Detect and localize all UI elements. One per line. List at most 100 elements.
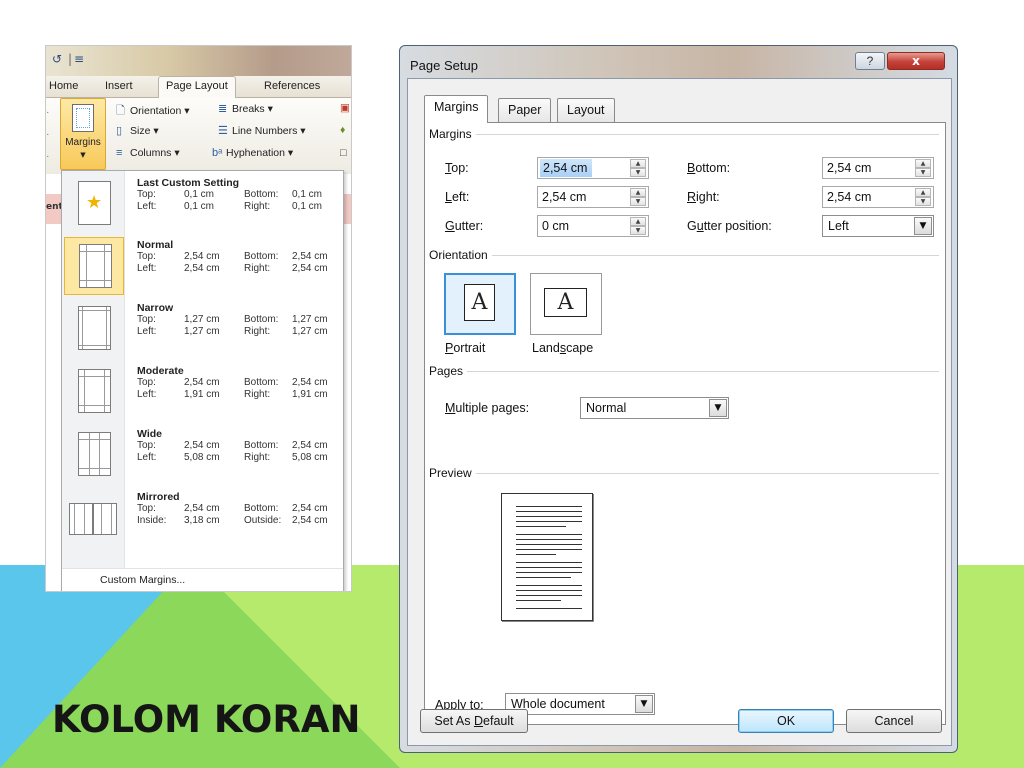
custom-margins-label: Custom Margins... xyxy=(100,574,186,586)
right-margin-input[interactable] xyxy=(824,188,910,206)
value-top: 2,54 cm xyxy=(184,251,220,262)
multiple-pages-value: Normal xyxy=(586,401,627,415)
value-top: 0,1 cm xyxy=(184,189,215,200)
pages-group-label: Pages xyxy=(429,364,468,378)
chevron-down-icon[interactable]: ▼ xyxy=(635,695,653,713)
columns-label: Columns ▾ xyxy=(130,147,180,159)
ribbon-tab-home[interactable]: Home xyxy=(49,80,78,92)
ok-button[interactable]: OK xyxy=(738,709,834,733)
page-borders-icon[interactable]: □ xyxy=(340,147,346,159)
gutter-input[interactable] xyxy=(539,217,625,235)
label-bottom: Bottom: xyxy=(244,251,279,262)
chevron-down-icon: ▼ xyxy=(80,151,86,159)
value-right: 0,1 cm xyxy=(292,201,323,212)
thumb-line xyxy=(101,504,102,534)
label-top: Top: xyxy=(137,377,156,388)
undo-icon[interactable]: ↺ xyxy=(52,52,62,66)
custom-margins-button[interactable]: Custom Margins... xyxy=(62,568,343,591)
spin-down-icon[interactable]: ▼ xyxy=(630,226,646,235)
watermark-icon[interactable]: ▣ xyxy=(340,102,350,114)
gutter-spinner[interactable]: ▲▼ xyxy=(537,215,649,237)
ribbon-tab-page-layout[interactable]: Page Layout xyxy=(158,76,236,99)
preview-text-line xyxy=(516,590,582,591)
spin-up-icon[interactable]: ▲ xyxy=(915,188,931,197)
preview-page xyxy=(501,493,593,621)
spin-down-icon[interactable]: ▼ xyxy=(915,197,931,206)
preview-text-line xyxy=(516,562,582,563)
margin-option-name: Moderate xyxy=(137,365,184,377)
left-margin-input[interactable] xyxy=(539,188,625,206)
tab-paper[interactable]: Paper xyxy=(498,98,552,122)
columns-icon: ≡ xyxy=(116,147,123,159)
tab-margins[interactable]: Margins xyxy=(424,95,489,123)
spin-up-icon[interactable]: ▲ xyxy=(915,159,931,168)
label-bottom: Bottom: xyxy=(244,189,279,200)
close-button[interactable]: x xyxy=(887,52,945,70)
label-left: Left: xyxy=(137,263,157,274)
bottom-margin-spinner[interactable]: ▲▼ xyxy=(822,157,934,179)
margin-option-wide[interactable]: Wide Top: 2,54 cm Bottom: 2,54 cm Left: 5,08… xyxy=(62,424,343,487)
margin-option-last-custom[interactable]: ★ Last Custom Setting Top: 0,1 cm Bottom: 0… xyxy=(62,173,343,236)
value-bottom: 2,54 cm xyxy=(292,503,328,514)
label-left: Left: xyxy=(137,389,157,400)
value-right: 1,91 cm xyxy=(292,389,328,400)
dialog-client: Margins Paper Layout Margins Top: ▲▼ Bot… xyxy=(407,78,952,746)
set-as-default-button[interactable]: Set As Default xyxy=(420,709,528,733)
line-numbers-icon: ☰ xyxy=(218,125,228,137)
multiple-pages-select[interactable]: Normal ▼ xyxy=(580,397,729,419)
margin-option-normal[interactable]: Normal Top: 2,54 cm Bottom: 2,54 cm Left: 2,… xyxy=(62,235,343,298)
value-top: 1,27 cm xyxy=(184,314,220,325)
star-icon: ★ xyxy=(86,192,103,213)
gutter-position-select[interactable]: Left ▼ xyxy=(822,215,934,237)
margins-button[interactable]: Margins ▼ xyxy=(60,98,106,170)
top-margin-input[interactable] xyxy=(540,159,592,177)
gutter-label: Gutter: xyxy=(445,219,484,233)
spin-up-icon[interactable]: ▲ xyxy=(630,217,646,226)
columns-button[interactable]: ≡ Columns ▾ xyxy=(116,147,180,159)
value-bottom: 2,54 cm xyxy=(292,251,328,262)
margin-option-narrow[interactable]: Narrow Top: 1,27 cm Bottom: 1,27 cm Left: 1,… xyxy=(62,298,343,361)
ribbon-tab-references[interactable]: References xyxy=(264,80,320,92)
ribbon-tab-insert[interactable]: Insert xyxy=(105,80,133,92)
orientation-button[interactable]: 🗋 Orientation ▾ xyxy=(116,102,190,121)
help-button[interactable]: ? xyxy=(855,52,885,70)
customize-qat-icon[interactable]: ≡ xyxy=(74,52,84,66)
thumb-line xyxy=(80,280,111,281)
page-color-icon[interactable]: ♦ xyxy=(340,124,345,136)
spin-down-icon[interactable]: ▼ xyxy=(630,168,646,177)
thumb-line xyxy=(106,307,107,349)
margins-tab-panel: Margins Top: ▲▼ Bottom: ▲▼ Left: ▲▼ Righ… xyxy=(424,122,946,725)
margin-option-mirrored[interactable]: Mirrored Top: 2,54 cm Bottom: 2,54 cm Insid… xyxy=(62,487,343,550)
thumb-line xyxy=(111,504,112,534)
landscape-option[interactable]: A xyxy=(530,273,602,335)
breaks-label: Breaks ▾ xyxy=(232,103,273,115)
top-margin-spinner[interactable]: ▲▼ xyxy=(537,157,649,179)
chevron-down-icon[interactable]: ▼ xyxy=(914,217,932,235)
breaks-button[interactable]: ≣ Breaks ▾ xyxy=(218,102,273,115)
line-numbers-button[interactable]: ☰ Line Numbers ▾ xyxy=(218,124,306,137)
right-margin-spinner[interactable]: ▲▼ xyxy=(822,186,934,208)
spin-down-icon[interactable]: ▼ xyxy=(630,197,646,206)
preview-text-line xyxy=(516,534,582,535)
thumb-line xyxy=(84,504,85,534)
tab-layout[interactable]: Layout xyxy=(557,98,615,122)
preview-group-label: Preview xyxy=(429,466,476,480)
preview-text-line xyxy=(516,549,582,550)
chevron-down-icon[interactable]: ▼ xyxy=(709,399,727,417)
spin-down-icon[interactable]: ▼ xyxy=(915,168,931,177)
hyphenation-button[interactable]: bᵃ Hyphenation ▾ xyxy=(212,147,293,159)
spin-up-icon[interactable]: ▲ xyxy=(630,188,646,197)
thumb-line xyxy=(82,307,83,349)
value-left: 0,1 cm xyxy=(184,201,215,212)
portrait-option[interactable]: A xyxy=(444,273,516,335)
margin-option-moderate[interactable]: Moderate Top: 2,54 cm Bottom: 2,54 cm Left:… xyxy=(62,361,343,424)
cancel-button[interactable]: Cancel xyxy=(846,709,942,733)
margin-option-name: Narrow xyxy=(137,302,174,314)
left-margin-spinner[interactable]: ▲▼ xyxy=(537,186,649,208)
group-divider xyxy=(429,134,939,135)
size-button[interactable]: ▯ Size ▾ xyxy=(116,124,159,137)
thumb-line xyxy=(80,251,111,252)
label-top: Top: xyxy=(137,189,156,200)
bottom-margin-input[interactable] xyxy=(824,159,910,177)
spin-up-icon[interactable]: ▲ xyxy=(630,159,646,168)
